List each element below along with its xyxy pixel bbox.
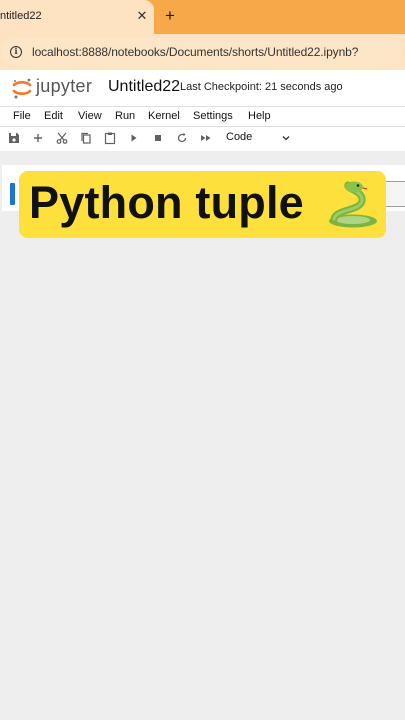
menu-view[interactable]: View [78,110,102,122]
cell-type-select[interactable]: Code [226,131,252,143]
fast-forward-icon[interactable] [199,131,213,145]
cut-icon[interactable] [55,131,69,145]
address-bar: i localhost:8888/notebooks/Documents/sho… [0,34,405,70]
info-icon[interactable]: i [10,46,22,58]
menu-file[interactable]: File [13,110,31,122]
notebook-title[interactable]: Untitled22 [108,78,180,96]
checkpoint-status: Last Checkpoint: 21 seconds ago [180,81,343,93]
jupyter-header: jupyter Untitled22 Last Checkpoint: 21 s… [0,70,405,106]
jupyter-logo-icon[interactable] [11,77,33,99]
save-icon[interactable] [7,131,21,145]
new-tab-button[interactable]: + [160,5,180,27]
browser-tab[interactable]: ntitled22 ✕ [0,0,154,34]
close-icon[interactable]: ✕ [135,8,149,24]
snake-icon [329,181,377,228]
url-field[interactable]: i localhost:8888/notebooks/Documents/sho… [2,38,402,66]
url-text[interactable]: localhost:8888/notebooks/Documents/short… [32,45,358,59]
menu-help[interactable]: Help [248,110,271,122]
menu-settings[interactable]: Settings [193,110,233,122]
tab-title: ntitled22 [0,10,42,22]
paste-icon[interactable] [103,131,117,145]
banner-title: Python tuple [29,177,304,228]
title-banner: Python tuple [19,171,386,238]
restart-icon[interactable] [175,131,189,145]
menu-bar: File Edit View Run Kernel Settings Help [0,106,405,127]
menu-edit[interactable]: Edit [44,110,63,122]
copy-icon[interactable] [79,131,93,145]
menu-kernel[interactable]: Kernel [148,110,180,122]
chevron-down-icon[interactable] [281,133,291,143]
stop-icon[interactable] [151,131,165,145]
jupyter-brand: jupyter [36,76,93,96]
active-cell-indicator [10,183,15,205]
browser-tab-bar: ntitled22 ✕ + [0,0,405,34]
notebook-toolbar: Code [0,126,405,152]
run-icon[interactable] [127,131,141,145]
add-cell-icon[interactable] [31,131,45,145]
menu-run[interactable]: Run [115,110,135,122]
